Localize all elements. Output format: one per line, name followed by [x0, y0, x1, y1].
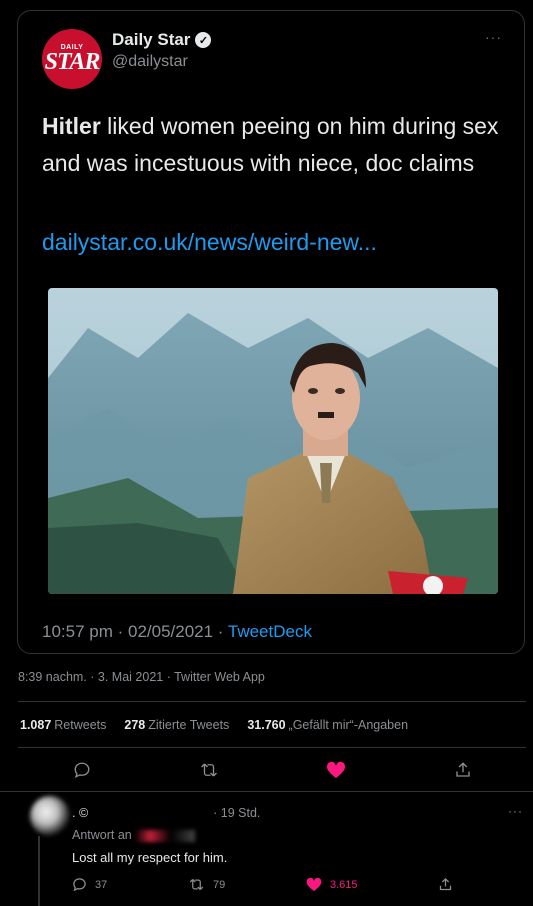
reply-avatar[interactable] [30, 796, 70, 836]
reply-more-icon[interactable]: ··· [508, 804, 523, 818]
reply-tweet[interactable]: . © · 19 Std. ··· Antwort an Lost all my… [0, 792, 533, 906]
author-name-row[interactable]: Daily Star ✓ [112, 30, 212, 50]
replying-to: Antwort an [72, 828, 196, 842]
daily-star-avatar[interactable]: DAILY STAR [42, 29, 102, 89]
reply-time[interactable]: · 19 Std. [213, 806, 260, 820]
redacted-mention[interactable] [135, 829, 196, 842]
quoted-tweet-time: 10:57 pm · 02/05/2021 · [42, 622, 228, 641]
likes-label: „Gefällt mir“-Angaben [288, 718, 409, 732]
likes-stat[interactable]: 31.760 „Gefällt mir“-Angaben [247, 718, 408, 732]
heart-icon-filled[interactable] [325, 759, 347, 781]
photo-illustration [48, 288, 498, 594]
reply-text: Lost all my respect for him. [72, 850, 228, 865]
more-options-icon[interactable]: ··· [485, 29, 502, 45]
tweet-text: Hitler liked women peeing on him during … [42, 108, 502, 182]
tweet-action-bar [0, 759, 533, 783]
quoted-tweet-card[interactable]: DAILY STAR Daily Star ✓ @dailystar ··· H… [17, 10, 525, 654]
avatar-brand-big: STAR [44, 48, 101, 75]
retweets-label: Retweets [54, 718, 107, 732]
tweet-photo[interactable] [48, 288, 498, 594]
quote-tweets-count: 278 [124, 718, 146, 732]
verified-badge-icon: ✓ [195, 32, 212, 48]
reply-like-action[interactable]: 3.615 [306, 877, 358, 892]
reply-author-name[interactable]: . © [72, 806, 88, 820]
quote-tweets-stat[interactable]: 278 Zitierte Tweets [124, 718, 229, 732]
retweet-count: 79 [213, 878, 226, 891]
reply-retweet-action[interactable]: 79 [188, 877, 225, 892]
reply-share-action[interactable] [438, 877, 453, 892]
share-icon [439, 877, 452, 891]
retweets-count: 1.087 [20, 718, 52, 732]
author-name[interactable]: Daily Star [112, 30, 190, 50]
post-timestamp[interactable]: 8:39 nachm. · 3. Mai 2021 · Twitter Web … [18, 670, 265, 684]
like-count: 3.615 [330, 878, 358, 891]
article-link[interactable]: dailystar.co.uk/news/weird-new... [42, 229, 377, 256]
retweets-stat[interactable]: 1.087 Retweets [20, 718, 106, 732]
reply-icon [73, 878, 86, 892]
reply-reply-action[interactable]: 37 [72, 877, 107, 892]
thread-line [38, 836, 40, 906]
author-handle[interactable]: @dailystar [112, 53, 188, 71]
share-icon[interactable] [452, 759, 474, 781]
retweet-icon [189, 879, 204, 890]
tweet-text-rest: liked women peeing on him during sex and… [42, 113, 499, 176]
divider [18, 701, 526, 702]
quote-tweets-label: Zitierte Tweets [148, 718, 230, 732]
quoted-tweet-meta: 10:57 pm · 02/05/2021 · TweetDeck [42, 622, 312, 642]
tweet-text-bold: Hitler [42, 113, 101, 139]
replying-to-prefix: Antwort an [72, 828, 132, 842]
reply-header: . © · 19 Std. [72, 806, 260, 820]
reply-count: 37 [95, 878, 108, 891]
retweet-icon[interactable] [198, 759, 220, 781]
heart-icon-filled [306, 877, 322, 892]
likes-count: 31.760 [247, 718, 286, 732]
engagement-stats: 1.087 Retweets 278 Zitierte Tweets 31.760 „… [20, 718, 408, 732]
divider [18, 747, 526, 748]
reply-icon[interactable] [71, 759, 93, 781]
source-link[interactable]: TweetDeck [228, 622, 312, 641]
